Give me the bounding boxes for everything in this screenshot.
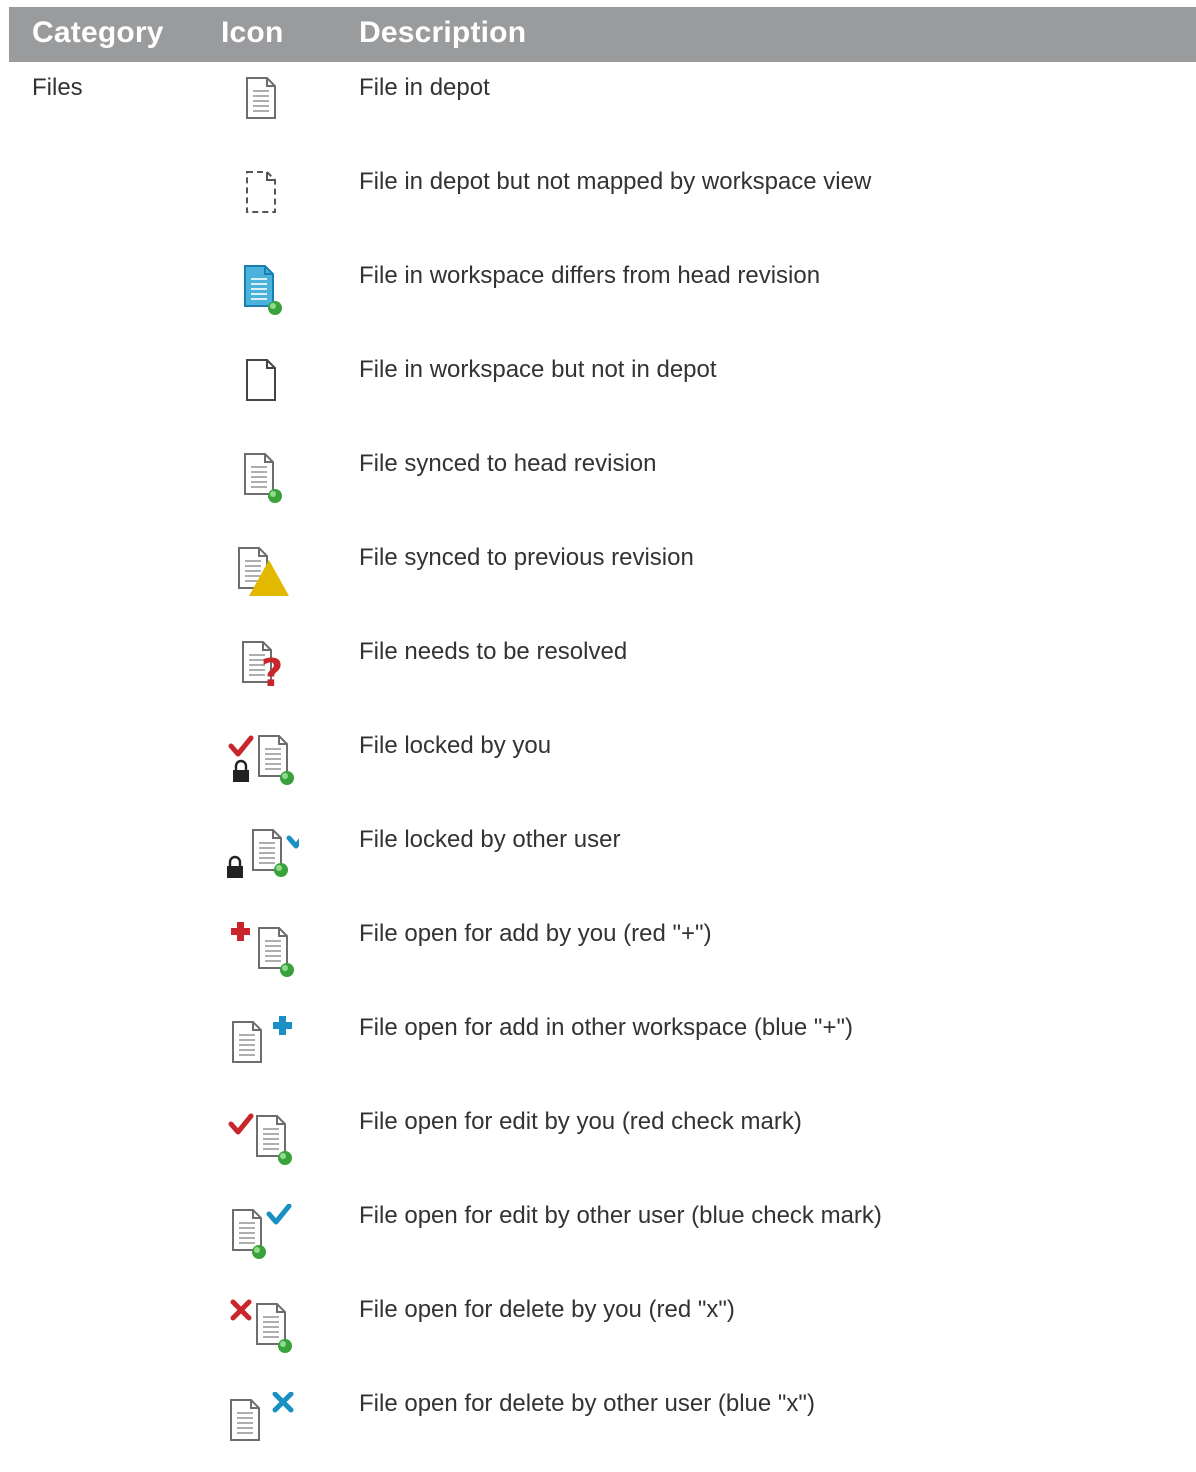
- file-add-by-you-icon: [209, 922, 299, 986]
- table-row: File in workspace but not in depot: [9, 344, 1196, 438]
- description-cell: File in workspace differs from head revi…: [359, 262, 821, 289]
- file-delete-by-other-icon: [209, 1392, 299, 1456]
- file-local-only-icon: [209, 358, 299, 422]
- description-cell: File open for edit by other user (blue c…: [359, 1202, 882, 1229]
- file-icon: [209, 76, 299, 140]
- description-cell: File open for delete by you (red "x"): [359, 1296, 735, 1323]
- description-cell: File locked by you: [359, 732, 552, 759]
- table-row: File open for delete by you (red "x"): [9, 1284, 1196, 1378]
- header-icon: Icon: [221, 16, 284, 49]
- file-differs-icon: [209, 264, 299, 328]
- description-cell: File synced to head revision: [359, 450, 657, 477]
- table-row: File open for delete by other user (blue…: [9, 1378, 1196, 1472]
- table-row: File synced to head revision: [9, 438, 1196, 532]
- description-cell: File open for delete by other user (blue…: [359, 1390, 815, 1417]
- svg-text:?: ?: [261, 651, 283, 695]
- file-edit-by-other-icon: [209, 1204, 299, 1268]
- table-row: File open for edit by you (red check mar…: [9, 1096, 1196, 1190]
- description-cell: File in workspace but not in depot: [359, 356, 717, 383]
- file-locked-by-you-icon: [209, 734, 299, 798]
- description-cell: File synced to previous revision: [359, 544, 694, 571]
- description-cell: File open for edit by you (red check mar…: [359, 1108, 802, 1135]
- header-description: Description: [359, 16, 527, 49]
- file-synced-previous-icon: [209, 546, 299, 610]
- file-unmapped-icon: [209, 170, 299, 234]
- file-add-by-other-icon: [209, 1016, 299, 1080]
- file-needs-resolve-icon: ?: [209, 640, 299, 704]
- description-cell: File in depot: [359, 74, 490, 101]
- file-synced-head-icon: [209, 452, 299, 516]
- table-row: ? File needs to be resolved: [9, 626, 1196, 720]
- table-row: File in workspace differs from head revi…: [9, 250, 1196, 344]
- table-row: File open for add in other workspace (bl…: [9, 1002, 1196, 1096]
- table-row: File open for add by you (red "+"): [9, 908, 1196, 1002]
- table-row: File locked by you: [9, 720, 1196, 814]
- table-row: File locked by other user: [9, 814, 1196, 908]
- description-cell: File locked by other user: [359, 826, 621, 853]
- table-body: Files File in depot File in depot but not …: [9, 62, 1196, 1472]
- description-cell: File needs to be resolved: [359, 638, 628, 665]
- file-locked-by-other-icon: [209, 828, 299, 892]
- table-row: File open for edit by other user (blue c…: [9, 1190, 1196, 1284]
- table-row: File synced to previous revision: [9, 532, 1196, 626]
- icon-legend-table: Category Icon Description Files File in d…: [9, 7, 1196, 1472]
- file-edit-by-you-icon: [209, 1110, 299, 1174]
- table-row: Files File in depot: [9, 62, 1196, 156]
- description-cell: File open for add by you (red "+"): [359, 920, 712, 947]
- description-cell: File in depot but not mapped by workspac…: [359, 168, 872, 195]
- table-header: Category Icon Description: [9, 7, 1196, 62]
- table-row: File in depot but not mapped by workspac…: [9, 156, 1196, 250]
- category-cell: Files: [32, 74, 83, 101]
- file-delete-by-you-icon: [209, 1298, 299, 1362]
- description-cell: File open for add in other workspace (bl…: [359, 1014, 853, 1041]
- header-category: Category: [32, 16, 164, 49]
